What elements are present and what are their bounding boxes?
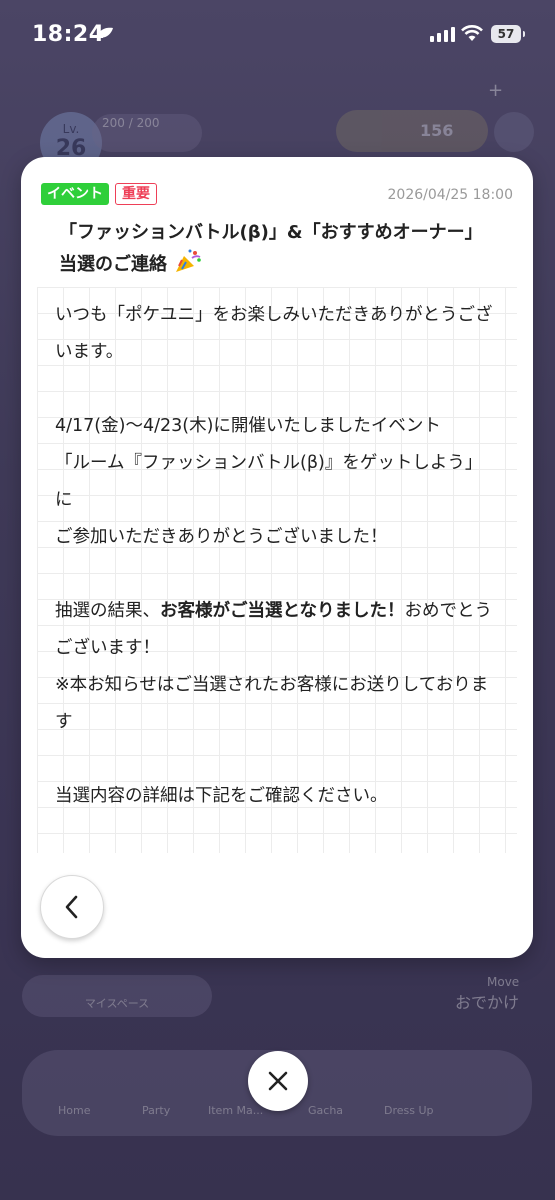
important-tag: 重要	[115, 183, 157, 205]
bell-icon	[494, 112, 534, 152]
news-dialog: イベント 重要 2026/04/25 18:00 「ファッションバトル(β)」&…	[21, 157, 533, 958]
chevron-left-icon	[65, 895, 78, 919]
move-label: Move	[487, 975, 520, 989]
coin-value: 156	[420, 121, 454, 140]
winner-highlight: お客様がご当選となりました！	[160, 601, 405, 621]
leaf-icon	[97, 27, 113, 38]
party-popper-icon	[176, 249, 202, 272]
myspace-toggle: マイスペース	[22, 975, 212, 1017]
body-paragraph: 当選内容の詳細は下記をご確認ください。	[55, 786, 388, 806]
body-paragraph: 4/17(金)〜4/23(木)に開催いたしましたイベント	[55, 416, 441, 436]
plus-icon: +	[488, 80, 504, 101]
title-text: 「ファッションバトル(β)」&「おすすめオーナー」当選のご連絡	[59, 222, 483, 275]
nav-party: Party	[142, 1104, 171, 1117]
myspace-label: マイスペース	[84, 997, 150, 1010]
nav-item-manager: Item Ma...	[208, 1104, 264, 1117]
back-button[interactable]	[40, 875, 104, 939]
coin-counter: 156	[336, 110, 488, 152]
close-button[interactable]	[248, 1051, 308, 1111]
body-paragraph: 抽選の結果、お客様がご当選となりました！おめでとうございます！	[37, 593, 517, 667]
status-bar: 18:24 57	[0, 0, 555, 70]
wifi-icon	[461, 25, 483, 41]
body-paragraph: 「ルーム『ファッションバトル(β)』をゲットしよう」に	[55, 453, 483, 510]
status-time: 18:24	[32, 22, 105, 47]
body-paragraph: ※本お知らせはご当選されたお客様にお送りしております	[55, 675, 489, 732]
dialog-title: 「ファッションバトル(β)」&「おすすめオーナー」当選のご連絡	[59, 217, 499, 280]
hp-value: 200 / 200	[102, 116, 160, 130]
body-paragraph: いつも「ポケユニ」をお楽しみいただきありがとうございます。	[55, 305, 493, 362]
post-date: 2026/04/25 18:00	[387, 187, 514, 203]
result-prefix: 抽選の結果、	[55, 601, 160, 621]
close-icon	[268, 1071, 288, 1091]
event-tag: イベント	[41, 183, 109, 205]
battery-indicator: 57	[491, 25, 525, 43]
tag-row: イベント 重要	[41, 183, 157, 205]
move-button: Move おでかけ	[455, 975, 519, 1013]
message-body[interactable]: いつも「ポケユニ」をお楽しみいただきありがとうございます。 4/17(金)〜4/…	[37, 287, 517, 853]
body-paragraph: ご参加いただきありがとうございました！	[55, 527, 388, 547]
nav-home: Home	[58, 1104, 91, 1117]
hp-meter: 200 / 200	[92, 114, 202, 152]
nav-dress-up: Dress Up	[384, 1104, 434, 1117]
nav-gacha: Gacha	[308, 1104, 344, 1117]
signal-icon	[430, 27, 455, 42]
odekake-label: おでかけ	[455, 993, 520, 1012]
